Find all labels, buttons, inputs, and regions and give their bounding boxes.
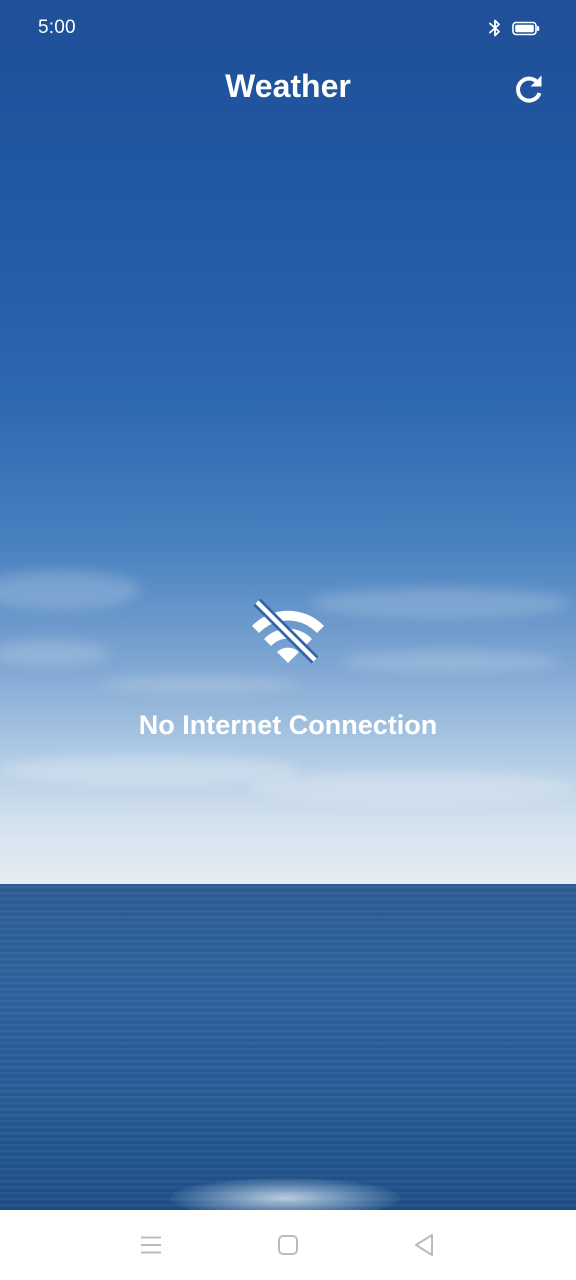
nav-home-button[interactable] [271, 1228, 305, 1262]
bluetooth-icon [489, 19, 500, 37]
nav-back-button[interactable] [407, 1228, 441, 1262]
refresh-icon [516, 75, 542, 103]
no-internet-message: No Internet Connection [138, 710, 438, 740]
status-time: 5:00 [38, 17, 76, 38]
navigation-bar [0, 1210, 576, 1280]
nav-menu-button[interactable] [134, 1228, 168, 1262]
wave-foam [170, 1178, 400, 1210]
home-icon [278, 1235, 298, 1255]
sea-background [0, 886, 576, 1210]
wifi-off-icon [252, 598, 324, 664]
sky-background [0, 0, 576, 885]
menu-icon [141, 1236, 161, 1254]
app-title: Weather [225, 68, 351, 104]
status-bar: 5:00 [0, 0, 576, 56]
back-icon [415, 1234, 433, 1256]
refresh-button[interactable] [506, 66, 552, 112]
battery-icon [512, 21, 540, 36]
